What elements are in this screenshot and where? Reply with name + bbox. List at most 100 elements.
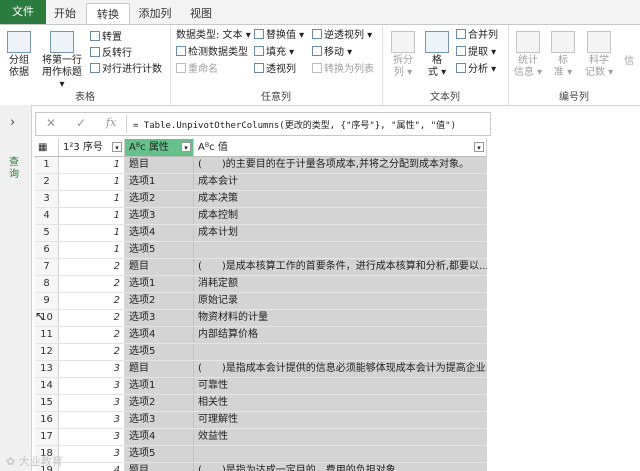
- cell-attribute[interactable]: 题目: [125, 361, 194, 377]
- cell-seq[interactable]: 3: [59, 395, 125, 411]
- cell-seq[interactable]: 1: [59, 242, 125, 258]
- cell-attribute[interactable]: 选项1: [125, 378, 194, 394]
- confirm-icon[interactable]: ✓: [76, 116, 86, 130]
- unpivot-button[interactable]: 逆透视列 ▾: [312, 29, 372, 42]
- cell-attribute[interactable]: 选项2: [125, 293, 194, 309]
- cell-value[interactable]: 可靠性: [194, 378, 487, 394]
- extract-button[interactable]: 提取 ▾: [456, 46, 496, 59]
- detect-type-button[interactable]: 检测数据类型: [176, 46, 248, 59]
- cell-seq[interactable]: 3: [59, 412, 125, 428]
- table-row[interactable]: 19 4 题目( )是指为达成一定目的，费用的负担对象...: [35, 463, 487, 471]
- standard-button[interactable]: 标 准 ▾: [548, 31, 578, 79]
- cell-seq[interactable]: 4: [59, 463, 125, 471]
- cell-value[interactable]: 内部结算价格: [194, 327, 487, 343]
- scientific-button[interactable]: 科学 记数 ▾: [582, 31, 616, 79]
- cell-seq[interactable]: 1: [59, 174, 125, 190]
- cell-attribute[interactable]: 选项5: [125, 446, 194, 462]
- table-row[interactable]: 15 3 选项2 相关性: [35, 395, 487, 412]
- column-header-value[interactable]: Aᴮc 值 ▾: [194, 139, 487, 156]
- table-row[interactable]: 14 3 选项1 可靠性: [35, 378, 487, 395]
- formula-input[interactable]: = Table.UnpivotOtherColumns(更改的类型, {"序号"…: [133, 118, 456, 131]
- cell-attribute[interactable]: 选项5: [125, 344, 194, 360]
- merge-columns-button[interactable]: 合并列: [456, 29, 498, 42]
- cell-value[interactable]: ( )是指为达成一定目的，费用的负担对象...: [194, 463, 487, 471]
- cell-attribute[interactable]: 选项3: [125, 412, 194, 428]
- cell-attribute[interactable]: 选项4: [125, 429, 194, 445]
- cell-attribute[interactable]: 选项2: [125, 191, 194, 207]
- statistics-button[interactable]: 统计 信息 ▾: [512, 31, 544, 79]
- cell-value[interactable]: 可理解性: [194, 412, 487, 428]
- cell-seq[interactable]: 1: [59, 225, 125, 241]
- table-row[interactable]: 17 3 选项4 效益性: [35, 429, 487, 446]
- cell-seq[interactable]: 2: [59, 259, 125, 275]
- table-row[interactable]: 2 1 选项1 成本会计: [35, 174, 487, 191]
- cell-seq[interactable]: 2: [59, 344, 125, 360]
- table-row[interactable]: 1 1 题目( )的主要目的在于计量各项成本,并将之分配到成本对象。: [35, 157, 487, 174]
- count-rows-button[interactable]: 对行进行计数: [90, 63, 162, 76]
- cell-seq[interactable]: 2: [59, 276, 125, 292]
- cell-value[interactable]: 成本控制: [194, 208, 487, 224]
- filter-dropdown-icon[interactable]: ▾: [474, 142, 484, 152]
- cell-seq[interactable]: 1: [59, 191, 125, 207]
- cell-seq[interactable]: 3: [59, 446, 125, 462]
- parse-button[interactable]: 分析 ▾: [456, 63, 496, 76]
- table-row[interactable]: 8 2 选项1 消耗定额: [35, 276, 487, 293]
- cell-value[interactable]: 成本决策: [194, 191, 487, 207]
- table-row[interactable]: 13 3 题目( )是指成本会计提供的信息必须能够体现成本会计为提高企业...: [35, 361, 487, 378]
- cell-seq[interactable]: 2: [59, 327, 125, 343]
- cell-value[interactable]: 成本计划: [194, 225, 487, 241]
- function-icon[interactable]: fx: [106, 116, 116, 129]
- cell-seq[interactable]: 2: [59, 310, 125, 326]
- table-row[interactable]: 3 1 选项2 成本决策: [35, 191, 487, 208]
- cell-value[interactable]: [194, 242, 487, 258]
- table-row[interactable]: 5 1 选项4 成本计划: [35, 225, 487, 242]
- cancel-icon[interactable]: ✕: [46, 116, 56, 130]
- cell-attribute[interactable]: 选项1: [125, 276, 194, 292]
- table-row[interactable]: 4 1 选项3 成本控制: [35, 208, 487, 225]
- column-header-seq[interactable]: 1²3 序号 ▾: [59, 139, 125, 156]
- information-button[interactable]: 信: [624, 55, 634, 68]
- table-row[interactable]: 18 3 选项5: [35, 446, 487, 463]
- cell-attribute[interactable]: 选项4: [125, 327, 194, 343]
- filter-dropdown-icon[interactable]: ▾: [112, 142, 122, 152]
- cell-attribute[interactable]: 选项3: [125, 310, 194, 326]
- cell-value[interactable]: ( )的主要目的在于计量各项成本,并将之分配到成本对象。: [194, 157, 487, 173]
- cell-value[interactable]: 物资材料的计量: [194, 310, 487, 326]
- tab-home[interactable]: 开始: [50, 3, 80, 24]
- rename-button[interactable]: 重命名: [176, 63, 218, 76]
- cell-attribute[interactable]: 选项2: [125, 395, 194, 411]
- data-type-dropdown[interactable]: 数据类型: 文本 ▾: [176, 29, 251, 42]
- use-first-row-button[interactable]: 将第一行 用作标题 ▾: [38, 31, 86, 91]
- replace-values-button[interactable]: 替换值 ▾: [254, 29, 304, 42]
- table-menu-icon[interactable]: ▦: [35, 139, 59, 156]
- fill-button[interactable]: 填充 ▾: [254, 46, 294, 59]
- column-header-attribute[interactable]: Aᴮc 属性 ▾: [125, 139, 194, 156]
- table-row[interactable]: 10 2 选项3 物资材料的计量: [35, 310, 487, 327]
- reverse-rows-button[interactable]: 反转行: [90, 47, 132, 60]
- table-row[interactable]: 12 2 选项5: [35, 344, 487, 361]
- tab-transform[interactable]: 转换: [86, 3, 130, 25]
- cell-attribute[interactable]: 选项4: [125, 225, 194, 241]
- cell-value[interactable]: 成本会计: [194, 174, 487, 190]
- split-column-button[interactable]: 拆分 列 ▾: [388, 31, 418, 79]
- filter-dropdown-icon[interactable]: ▾: [181, 142, 191, 152]
- table-row[interactable]: 7 2 题目( )是成本核算工作的首要条件，进行成本核算和分析,都要以...: [35, 259, 487, 276]
- cell-attribute[interactable]: 选项3: [125, 208, 194, 224]
- cell-value[interactable]: [194, 344, 487, 360]
- cell-attribute[interactable]: 题目: [125, 157, 194, 173]
- transpose-button[interactable]: 转置: [90, 31, 122, 44]
- convert-to-list-button[interactable]: 转换为列表: [312, 63, 374, 76]
- cell-attribute[interactable]: 题目: [125, 259, 194, 275]
- tab-add-column[interactable]: 添加列: [134, 3, 176, 24]
- cell-seq[interactable]: 3: [59, 361, 125, 377]
- cell-value[interactable]: ( )是成本核算工作的首要条件，进行成本核算和分析,都要以...: [194, 259, 487, 275]
- cell-value[interactable]: ( )是指成本会计提供的信息必须能够体现成本会计为提高企业...: [194, 361, 487, 377]
- table-row[interactable]: 11 2 选项4 内部结算价格: [35, 327, 487, 344]
- chevron-right-icon[interactable]: ›: [10, 115, 15, 130]
- cell-seq[interactable]: 2: [59, 293, 125, 309]
- move-button[interactable]: 移动 ▾: [312, 46, 352, 59]
- cell-value[interactable]: [194, 446, 487, 462]
- table-row[interactable]: 16 3 选项3 可理解性: [35, 412, 487, 429]
- cell-seq[interactable]: 3: [59, 429, 125, 445]
- cell-attribute[interactable]: 题目: [125, 463, 194, 471]
